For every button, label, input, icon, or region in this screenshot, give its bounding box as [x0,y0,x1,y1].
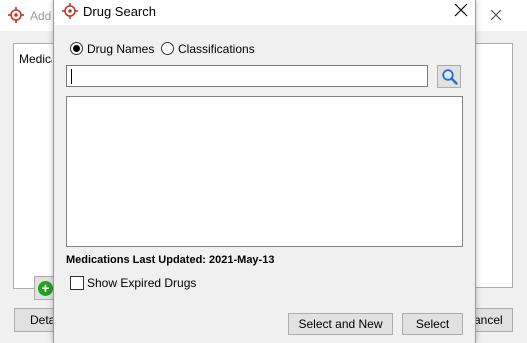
cancel-button[interactable]: ancel [474,308,513,332]
dialog-title: Drug Search [83,4,156,19]
magnifier-icon [442,69,458,85]
drug-results-list[interactable] [66,96,463,247]
plus-circle-icon: + [38,281,53,296]
background-window-title: Add [30,9,52,23]
medication-column-header: Medica [19,52,52,66]
background-panel-right-header [476,43,513,69]
drug-search-input[interactable] [66,65,428,87]
background-panel-right [476,68,513,288]
radio-drug-names-label[interactable]: Drug Names [87,42,154,56]
drug-search-dialog: Drug Search Drug Names Classifications M… [53,0,476,343]
close-icon[interactable] [454,3,468,17]
search-button[interactable] [437,65,461,88]
select-button[interactable]: Select [402,313,463,335]
background-close-icon[interactable] [488,7,504,23]
radio-classifications-label[interactable]: Classifications [178,42,255,56]
radio-classifications[interactable] [161,42,174,55]
app-logo-icon [8,7,24,23]
show-expired-label[interactable]: Show Expired Drugs [87,276,196,290]
text-cursor [71,69,72,84]
background-medication-panel [13,43,54,289]
medications-last-updated: Medications Last Updated: 2021-May-13 [66,254,275,266]
radio-selected-dot [73,45,80,52]
select-and-new-button[interactable]: Select and New [288,313,393,335]
show-expired-checkbox[interactable] [70,276,84,290]
crosshair-logo-icon [62,3,78,19]
details-button[interactable]: Deta [14,308,55,332]
radio-drug-names[interactable] [70,42,83,55]
